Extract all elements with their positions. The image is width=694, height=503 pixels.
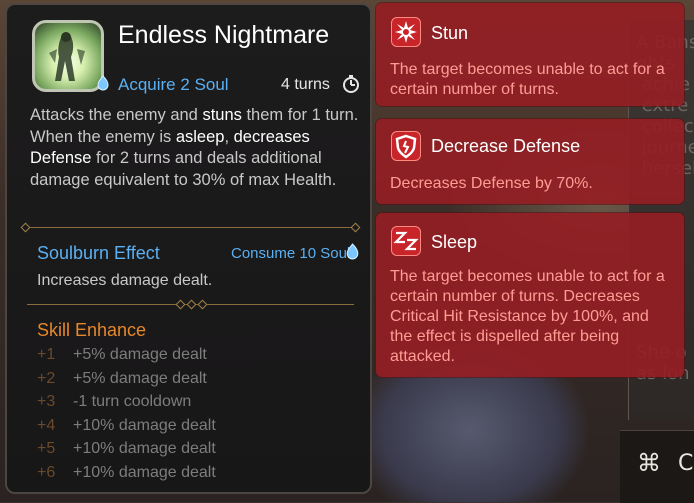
enhance-row: +3 -1 turn cooldown <box>37 393 216 417</box>
divider-ornament <box>350 222 361 233</box>
keyword-stuns[interactable]: stuns <box>202 106 241 124</box>
effect-description: The target becomes unable to act for a c… <box>390 61 665 98</box>
enhance-row: +6 +10% damage dealt <box>37 464 216 488</box>
enhance-row: +4 +10% damage dealt <box>37 417 216 441</box>
command-icon[interactable]: ⌘ <box>637 451 661 475</box>
skill-description: Attacks the enemy and stuns them for 1 t… <box>30 105 360 191</box>
skill-enhance-title: Skill Enhance <box>37 320 147 340</box>
divider-ornament <box>175 299 186 310</box>
divider <box>27 227 354 228</box>
effect-name: Sleep <box>431 232 478 252</box>
enhance-text: -1 turn cooldown <box>73 393 192 410</box>
enhance-level: +5 <box>37 440 56 457</box>
skill-title: Endless Nightmare <box>118 21 330 49</box>
soulburn-description: Increases damage dealt. <box>37 272 213 289</box>
divider-ornament <box>197 299 208 310</box>
desc-text: , <box>224 127 234 146</box>
stopwatch-icon <box>343 75 359 93</box>
enhance-level: +6 <box>37 463 56 481</box>
soul-icon <box>97 75 109 91</box>
enhance-row: +5 +10% damage dealt <box>37 440 216 464</box>
bottom-menu-label[interactable]: C <box>678 451 693 476</box>
soulburn-title: Soulburn Effect <box>37 243 160 263</box>
divider-ornament <box>20 222 31 233</box>
acquire-soul-text: Acquire 2 Soul <box>118 75 229 94</box>
skill-enhance-list: +1 +5% damage dealt +2 +5% damage dealt +3… <box>37 346 216 487</box>
skill-tooltip: Endless Nightmare Acquire 2 Soul 4 turns… <box>5 3 372 494</box>
enhance-level: +1 <box>37 346 56 363</box>
enhance-text: +5% damage dealt <box>73 369 207 387</box>
effect-description: The target becomes unable to act for a c… <box>390 268 665 365</box>
enhance-text: +10% damage dealt <box>73 440 216 457</box>
cooldown-turns: 4 turns <box>281 76 330 93</box>
consume-soul-text: Consume 10 Soul <box>231 245 351 262</box>
effect-card-stun: Stun The target becomes unable to act fo… <box>376 3 684 106</box>
enhance-level: +2 <box>37 369 56 387</box>
keyword-asleep[interactable]: asleep <box>176 128 225 146</box>
enhance-text: +10% damage dealt <box>73 463 216 481</box>
broken-shield-icon <box>391 131 421 161</box>
effect-card-sleep: Sleep The target becomes unable to act f… <box>376 213 684 377</box>
effect-description: Decreases Defense by 70%. <box>390 175 593 192</box>
effect-name: Stun <box>431 23 469 43</box>
effect-name: Decrease Defense <box>431 136 581 156</box>
effect-card-decrease-defense: Decrease Defense Decreases Defense by 70… <box>376 119 684 204</box>
desc-text: Attacks the enemy and <box>30 106 203 124</box>
enhance-level: +4 <box>37 416 56 434</box>
enhance-text: +10% damage dealt <box>73 416 216 434</box>
divider-ornament <box>186 299 197 310</box>
nightmare-skill-icon <box>32 20 104 92</box>
stun-icon <box>391 17 421 47</box>
sleep-icon <box>391 226 421 256</box>
enhance-text: +5% damage dealt <box>73 346 207 363</box>
enhance-row: +2 +5% damage dealt <box>37 370 216 394</box>
enhance-level: +3 <box>37 393 56 410</box>
enhance-row: +1 +5% damage dealt <box>37 346 216 370</box>
soul-icon <box>346 243 359 260</box>
